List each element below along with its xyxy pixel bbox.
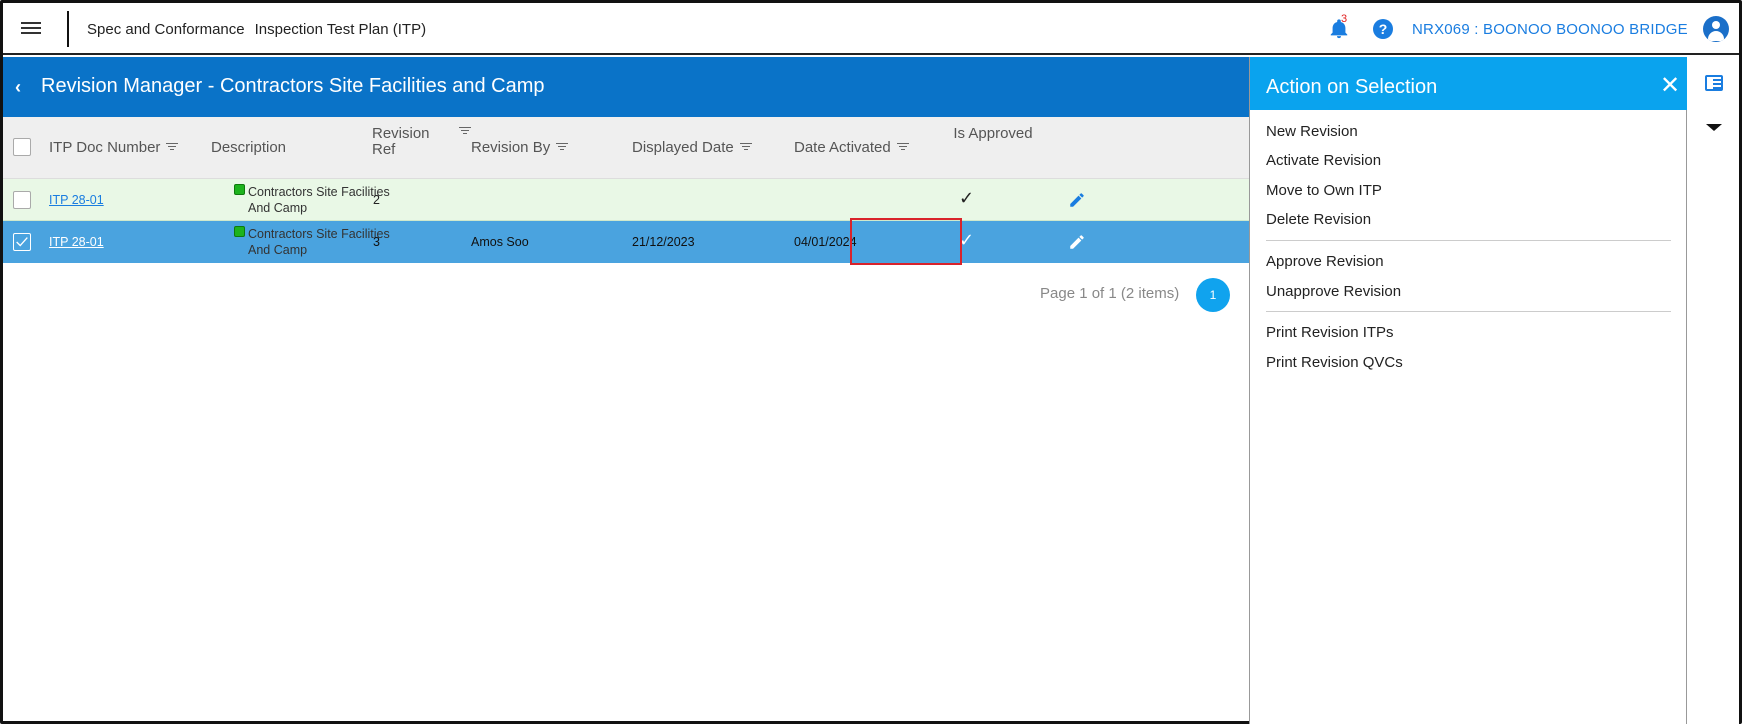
column-label: Displayed Date xyxy=(632,139,734,156)
status-indicator xyxy=(234,226,245,237)
page-button[interactable]: 1 xyxy=(1196,278,1230,312)
column-label: Revision By xyxy=(471,139,551,156)
menu-item-print-revision-qvcs[interactable]: Print Revision QVCs xyxy=(1266,354,1403,371)
menu-item-approve-revision[interactable]: Approve Revision xyxy=(1266,253,1384,270)
back-arrow-icon[interactable]: ‹ xyxy=(15,77,21,98)
filter-icon[interactable] xyxy=(459,125,471,135)
module-name: Spec and Conformance xyxy=(87,21,245,38)
column-label: Is Approved xyxy=(953,125,1033,142)
menu-item-delete-revision[interactable]: Delete Revision xyxy=(1266,211,1371,228)
list-view-icon[interactable] xyxy=(1705,75,1723,91)
menu-divider xyxy=(1266,311,1671,312)
edit-icon[interactable] xyxy=(1068,191,1086,209)
table-row[interactable]: ITP 28-01 Contractors Site Facilities An… xyxy=(3,179,1249,221)
project-selector[interactable]: NRX069 : BOONOO BOONOO BRIDGE xyxy=(1412,21,1688,38)
column-itp-doc-number[interactable]: ITP Doc Number xyxy=(49,139,179,156)
edit-icon[interactable] xyxy=(1068,233,1086,251)
approved-check-icon: ✓ xyxy=(959,188,975,208)
menu-item-move-to-own-itp[interactable]: Move to Own ITP xyxy=(1266,182,1382,199)
column-label: Revision Ref xyxy=(372,125,430,158)
table-header: ITP Doc Number Description Revision Ref … xyxy=(3,117,1249,179)
close-icon[interactable]: ✕ xyxy=(1660,71,1680,100)
highlight-box xyxy=(850,218,962,265)
select-all-checkbox[interactable] xyxy=(13,138,31,156)
column-label: Description xyxy=(211,139,287,156)
pager-summary: Page 1 of 1 (2 items) xyxy=(1040,285,1180,302)
app-title: Spec and Conformance Inspection Test Plan… xyxy=(87,21,426,38)
action-panel-header: Action on Selection ✕ xyxy=(1250,57,1687,110)
revision-ref-cell: 2 xyxy=(373,193,380,207)
table-row-selected[interactable]: ITP 28-01 Contractors Site Facilities An… xyxy=(3,221,1249,263)
action-panel-title: Action on Selection xyxy=(1266,76,1438,98)
notification-count: 3 xyxy=(1341,13,1348,25)
menu-item-unapprove-revision[interactable]: Unapprove Revision xyxy=(1266,283,1401,300)
revision-by-cell: Amos Soo xyxy=(471,235,529,249)
row-checkbox-checked[interactable] xyxy=(13,233,31,251)
revision-ref-cell: 3 xyxy=(373,235,380,249)
filter-icon[interactable] xyxy=(896,141,909,151)
avatar[interactable] xyxy=(1703,16,1729,42)
column-is-approved[interactable]: Is Approved xyxy=(953,126,1033,142)
description-cell: Contractors Site Facilities And Camp xyxy=(248,185,390,215)
displayed-date-cell: 21/12/2023 xyxy=(632,235,695,249)
row-checkbox[interactable] xyxy=(13,191,31,209)
checkmark-icon xyxy=(16,237,28,247)
filter-icon[interactable] xyxy=(166,141,179,151)
date-activated-cell: 04/01/2024 xyxy=(794,235,857,249)
status-indicator xyxy=(234,184,245,195)
menu-icon[interactable] xyxy=(21,19,41,37)
page-title: Revision Manager - Contractors Site Faci… xyxy=(41,75,545,97)
column-revision-ref[interactable]: Revision Ref xyxy=(372,126,442,158)
page-header: ‹ Revision Manager - Contractors Site Fa… xyxy=(3,57,1249,117)
action-panel: Action on Selection ✕ New Revision Activ… xyxy=(1249,57,1687,724)
itp-doc-link[interactable]: ITP 28-01 xyxy=(49,193,104,207)
column-date-activated[interactable]: Date Activated xyxy=(794,139,909,156)
column-label: Date Activated xyxy=(794,139,891,156)
menu-divider xyxy=(1266,240,1671,241)
filter-icon[interactable] xyxy=(556,141,569,151)
menu-item-print-revision-itps[interactable]: Print Revision ITPs xyxy=(1266,324,1394,341)
page-name: Inspection Test Plan (ITP) xyxy=(254,21,427,38)
top-bar: Spec and Conformance Inspection Test Plan… xyxy=(3,3,1739,55)
divider xyxy=(67,11,69,47)
menu-item-activate-revision[interactable]: Activate Revision xyxy=(1266,152,1381,169)
column-label: ITP Doc Number xyxy=(49,139,161,156)
column-description[interactable]: Description xyxy=(211,139,286,156)
filter-icon[interactable] xyxy=(739,141,752,151)
menu-item-new-revision[interactable]: New Revision xyxy=(1266,123,1358,140)
caret-down-icon[interactable] xyxy=(1706,124,1722,131)
column-displayed-date[interactable]: Displayed Date xyxy=(632,139,752,156)
itp-doc-link[interactable]: ITP 28-01 xyxy=(49,235,104,249)
side-toolbar xyxy=(1687,57,1739,724)
column-revision-by[interactable]: Revision By xyxy=(471,139,569,156)
description-cell: Contractors Site Facilities And Camp xyxy=(248,227,390,257)
help-icon[interactable]: ? xyxy=(1373,19,1393,39)
